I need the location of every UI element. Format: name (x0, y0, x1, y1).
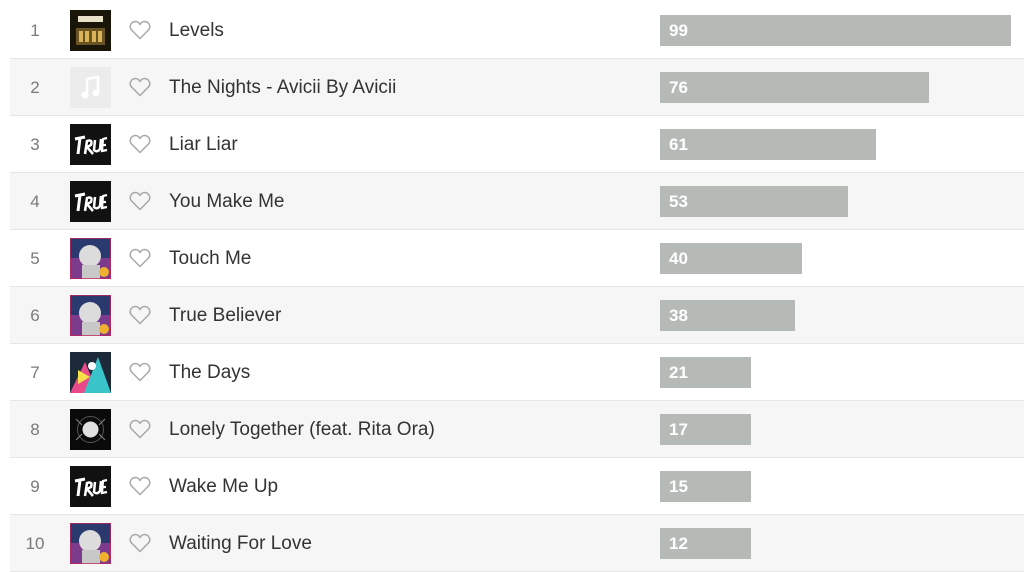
heart-icon[interactable] (129, 362, 151, 382)
popularity-bar-track: 99 (660, 15, 1011, 46)
popularity-bar-track: 12 (660, 528, 1011, 559)
popularity-bar-track: 53 (660, 186, 1011, 217)
track-row[interactable]: 5 Touch Me 40 (10, 230, 1024, 287)
play-count: 61 (669, 135, 688, 154)
popularity-bar: 17 (660, 414, 751, 445)
track-rank: 6 (30, 306, 40, 325)
track-rank: 1 (30, 21, 40, 40)
popularity-bar-track: 76 (660, 72, 1011, 103)
play-count: 21 (669, 363, 688, 382)
heart-icon[interactable] (129, 20, 151, 40)
play-count: 40 (669, 249, 688, 268)
track-rank: 5 (30, 249, 40, 268)
track-rank: 7 (30, 363, 40, 382)
album-art-true-cover[interactable] (70, 181, 111, 222)
popularity-bar: 21 (660, 357, 751, 388)
album-art-true-cover[interactable] (70, 124, 111, 165)
heart-icon[interactable] (129, 476, 151, 496)
top-tracks-list: 1 Levels 99 2 The Nights - Avicii By Avicii 7… (10, 2, 1024, 572)
album-art-levels-cover[interactable] (70, 10, 111, 51)
heart-icon[interactable] (129, 419, 151, 439)
track-row[interactable]: 4 You Make Me 53 (10, 173, 1024, 230)
track-row[interactable]: 2 The Nights - Avicii By Avicii 76 (10, 59, 1024, 116)
album-art-stories-cover[interactable] (70, 295, 111, 336)
heart-icon[interactable] (129, 248, 151, 268)
album-art-true-cover[interactable] (70, 466, 111, 507)
track-rank: 8 (30, 420, 40, 439)
play-count: 76 (669, 78, 688, 97)
track-row[interactable]: 8 Lonely Together (feat. Rita Ora) 17 (10, 401, 1024, 458)
track-title[interactable]: True Believer (169, 287, 281, 344)
popularity-bar: 15 (660, 471, 751, 502)
popularity-bar-track: 40 (660, 243, 1011, 274)
track-title[interactable]: The Nights - Avicii By Avicii (169, 59, 396, 116)
track-rank: 3 (30, 135, 40, 154)
track-row[interactable]: 7 The Days 21 (10, 344, 1024, 401)
track-title[interactable]: Lonely Together (feat. Rita Ora) (169, 401, 435, 458)
track-title[interactable]: Liar Liar (169, 116, 238, 173)
track-title[interactable]: Waiting For Love (169, 515, 312, 572)
track-rank: 10 (25, 534, 45, 553)
play-count: 17 (669, 420, 688, 439)
popularity-bar-track: 38 (660, 300, 1011, 331)
track-title[interactable]: You Make Me (169, 173, 284, 230)
popularity-bar: 38 (660, 300, 795, 331)
popularity-bar-track: 61 (660, 129, 1011, 160)
play-count: 15 (669, 477, 688, 496)
popularity-bar-track: 15 (660, 471, 1011, 502)
album-art-music-note-placeholder[interactable] (70, 67, 111, 108)
track-row[interactable]: 6 True Believer 38 (10, 287, 1024, 344)
track-title[interactable]: Wake Me Up (169, 458, 278, 515)
heart-icon[interactable] (129, 191, 151, 211)
album-art-stories-cover[interactable] (70, 238, 111, 279)
popularity-bar: 99 (660, 15, 1011, 46)
popularity-bar: 76 (660, 72, 930, 103)
play-count: 12 (669, 534, 688, 553)
popularity-bar-track: 21 (660, 357, 1011, 388)
track-row[interactable]: 10 Waiting For Love 12 (10, 515, 1024, 572)
heart-icon[interactable] (129, 77, 151, 97)
track-row[interactable]: 3 Liar Liar 61 (10, 116, 1024, 173)
popularity-bar: 12 (660, 528, 751, 559)
heart-icon[interactable] (129, 134, 151, 154)
album-art-avici-ep-cover[interactable] (70, 409, 111, 450)
play-count: 53 (669, 192, 688, 211)
track-title[interactable]: Touch Me (169, 230, 251, 287)
album-art-days-cover[interactable] (70, 352, 111, 393)
heart-icon[interactable] (129, 305, 151, 325)
track-title[interactable]: The Days (169, 344, 250, 401)
popularity-bar-track: 17 (660, 414, 1011, 445)
play-count: 38 (669, 306, 688, 325)
popularity-bar: 61 (660, 129, 877, 160)
heart-icon[interactable] (129, 533, 151, 553)
play-count: 99 (669, 21, 688, 40)
popularity-bar: 40 (660, 243, 802, 274)
popularity-bar: 53 (660, 186, 848, 217)
track-rank: 4 (30, 192, 40, 211)
track-row[interactable]: 9 Wake Me Up 15 (10, 458, 1024, 515)
track-row[interactable]: 1 Levels 99 (10, 2, 1024, 59)
track-title[interactable]: Levels (169, 2, 224, 59)
album-art-stories-cover[interactable] (70, 523, 111, 564)
track-rank: 9 (30, 477, 40, 496)
track-rank: 2 (30, 78, 40, 97)
